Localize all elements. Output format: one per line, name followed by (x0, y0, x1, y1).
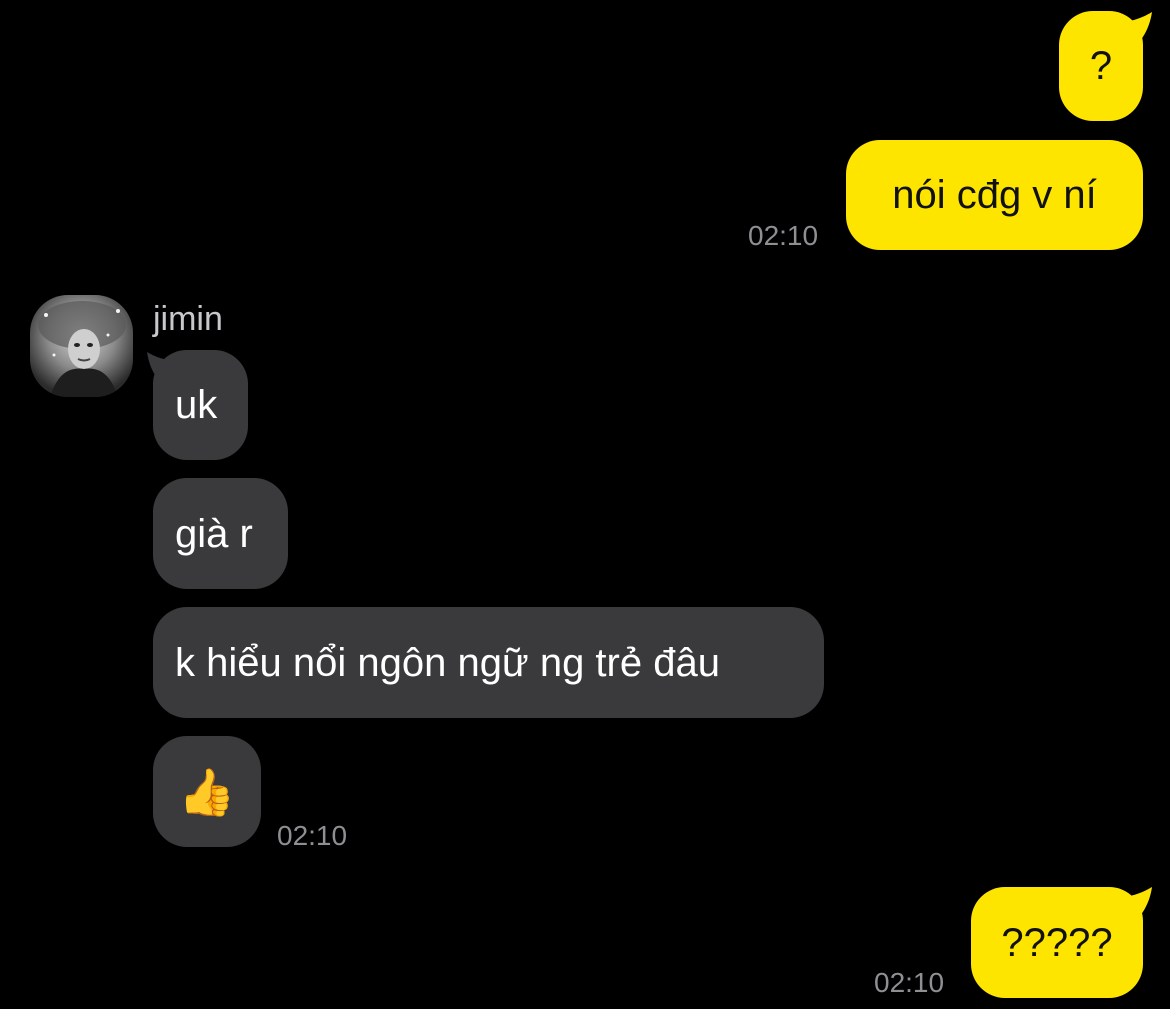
message-text: k hiểu nổi ngôn ngữ ng trẻ đâu (175, 640, 720, 685)
message-text: uk (175, 383, 218, 427)
incoming-message-bubble[interactable]: uk (153, 350, 248, 460)
message-text: nói cđg v ní (892, 173, 1097, 217)
message-timestamp: 02:10 (277, 820, 348, 851)
chat-screen: { "chat": { "sender_name": "jimin", "mes… (0, 0, 1170, 1009)
sender-name: jimin (153, 300, 223, 338)
avatar[interactable] (30, 295, 133, 397)
profile-photo-icon (30, 295, 133, 397)
outgoing-message-bubble[interactable]: ? (1059, 11, 1143, 121)
incoming-message-bubble[interactable]: già r (153, 478, 288, 589)
message-text: ????? (1001, 920, 1113, 965)
thumbs-up-emoji-icon: 👍 (178, 764, 236, 819)
outgoing-message-bubble[interactable]: ????? (971, 887, 1143, 998)
incoming-message-bubble[interactable]: k hiểu nổi ngôn ngữ ng trẻ đâu (153, 607, 824, 718)
message-text: ? (1089, 44, 1113, 88)
incoming-message-bubble[interactable]: 👍 (153, 736, 261, 847)
message-timestamp: 02:10 (874, 967, 945, 998)
message-timestamp: 02:10 (748, 220, 819, 251)
message-text: già r (175, 511, 253, 556)
outgoing-message-bubble[interactable]: nói cđg v ní (846, 140, 1143, 250)
